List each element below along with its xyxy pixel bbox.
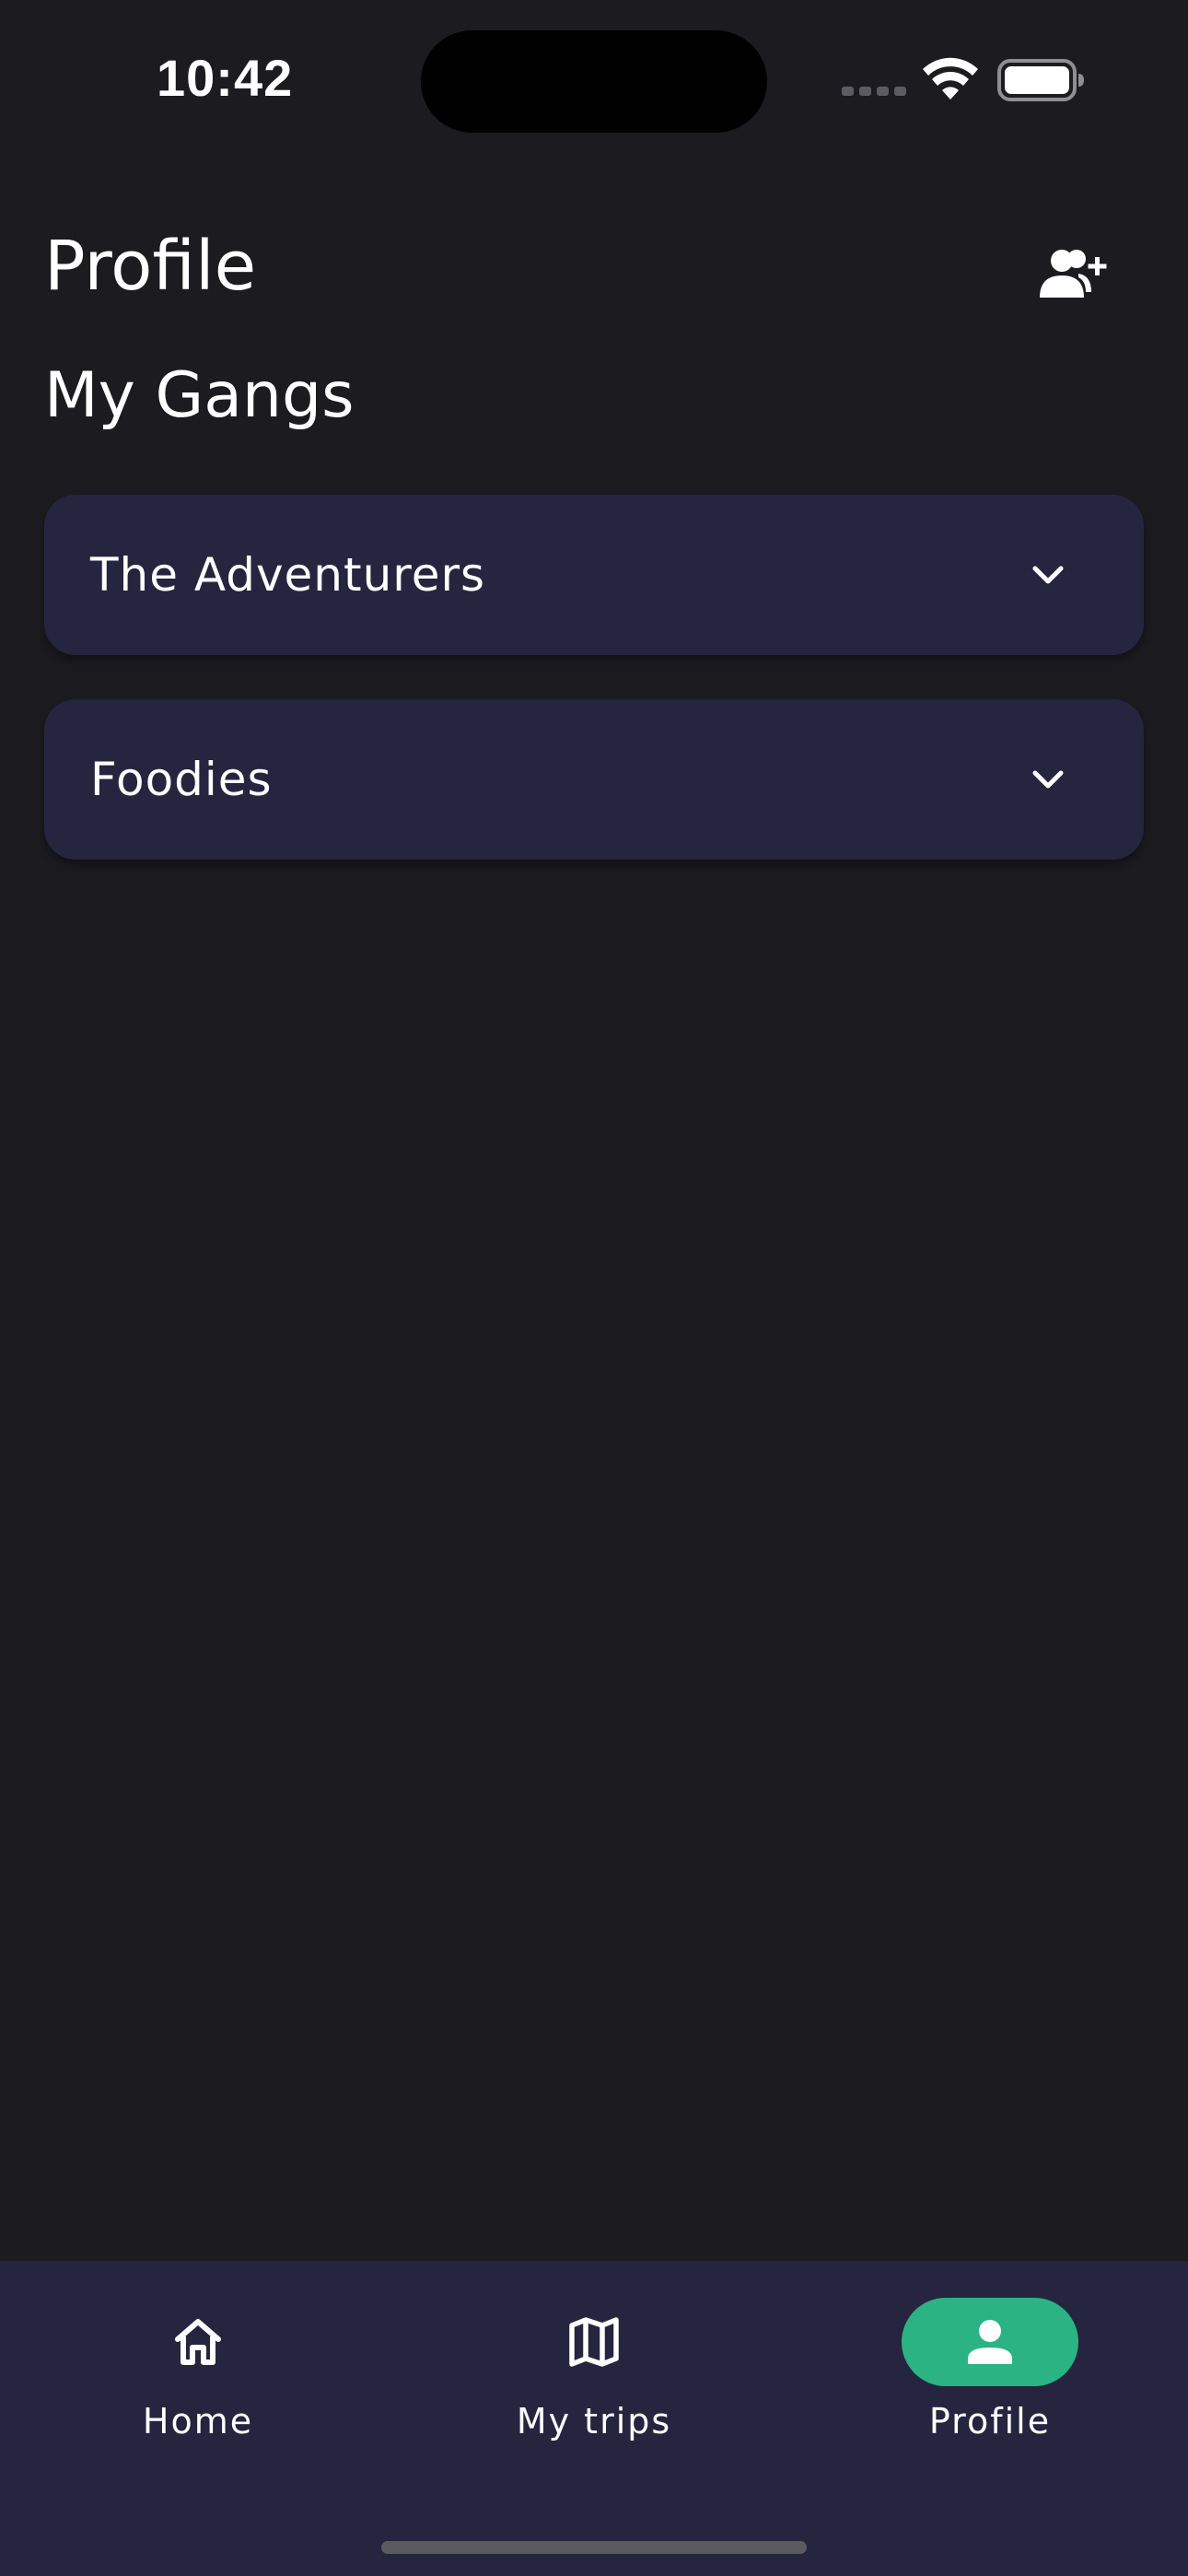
gang-name: Foodies bbox=[90, 753, 273, 806]
nav-label: Home bbox=[142, 2401, 254, 2441]
nav-icon-container bbox=[110, 2298, 286, 2386]
gang-card-the-adventurers[interactable]: The Adventurers bbox=[44, 495, 1144, 655]
dynamic-island bbox=[421, 30, 767, 133]
nav-item-home[interactable]: Home bbox=[78, 2298, 318, 2464]
home-indicator[interactable] bbox=[381, 2541, 807, 2554]
nav-item-profile[interactable]: Profile bbox=[870, 2298, 1110, 2464]
nav-item-my-trips[interactable]: My trips bbox=[474, 2298, 714, 2464]
battery-icon bbox=[997, 59, 1084, 101]
page-title: Profile bbox=[44, 227, 257, 306]
wifi-icon bbox=[923, 57, 978, 100]
map-icon bbox=[569, 2317, 619, 2367]
person-icon bbox=[968, 2320, 1012, 2364]
add-user-button[interactable] bbox=[1033, 241, 1112, 306]
nav-label: Profile bbox=[928, 2401, 1052, 2441]
section-title: My Gangs bbox=[44, 359, 355, 432]
nav-active-indicator bbox=[902, 2298, 1078, 2386]
status-time: 10:42 bbox=[157, 49, 294, 107]
chevron-down-icon[interactable] bbox=[1028, 759, 1068, 800]
gang-name: The Adventurers bbox=[90, 548, 486, 602]
status-bar: 10:42 bbox=[0, 0, 1188, 166]
bottom-navigation-bar: Home My trips Profile bbox=[0, 2261, 1188, 2576]
nav-icon-container bbox=[506, 2298, 682, 2386]
cellular-signal-icon bbox=[842, 87, 906, 96]
chevron-down-icon[interactable] bbox=[1028, 555, 1068, 595]
gang-card-foodies[interactable]: Foodies bbox=[44, 699, 1144, 860]
home-icon bbox=[175, 2319, 221, 2365]
add-user-icon bbox=[1040, 250, 1107, 298]
nav-label: My trips bbox=[516, 2401, 672, 2441]
